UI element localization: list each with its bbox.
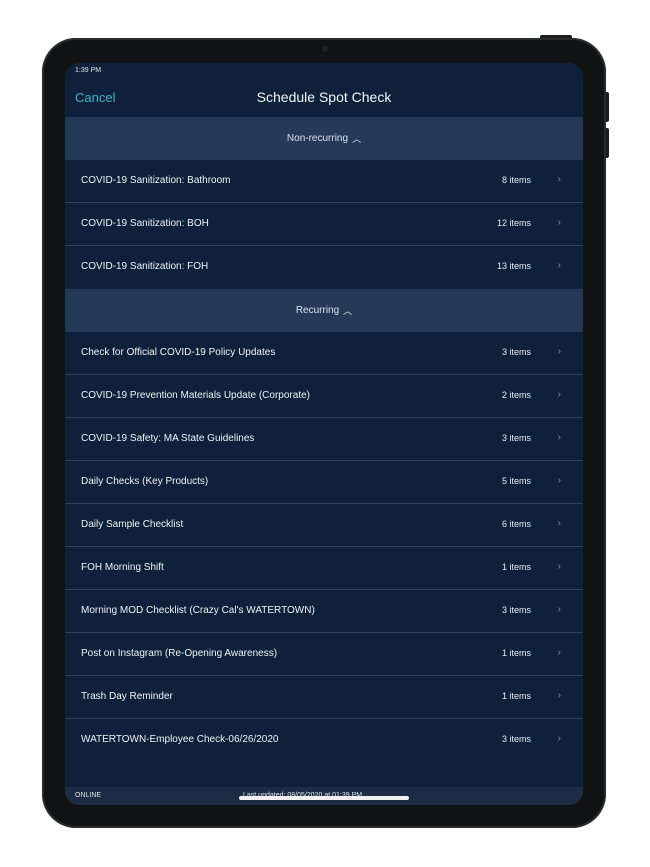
section-header-recurring[interactable]: Recurring ︿: [65, 289, 583, 332]
caret-up-icon: ︿: [352, 134, 362, 144]
list-item-count: 6 items: [501, 519, 531, 529]
list-item-label: Check for Official COVID-19 Policy Updat…: [81, 347, 276, 358]
list-item-count: 5 items: [501, 476, 531, 486]
list-item[interactable]: WATERTOWN-Employee Check-06/26/2020 3 it…: [65, 719, 583, 762]
camera-icon: [322, 46, 328, 52]
list-item-count: 2 items: [501, 390, 531, 400]
list-item-label: Trash Day Reminder: [81, 691, 173, 702]
chevron-right-icon: ›: [557, 733, 561, 744]
page-title: Schedule Spot Check: [256, 89, 392, 105]
chevron-right-icon: ›: [557, 432, 561, 443]
list-item[interactable]: Post on Instagram (Re-Opening Awareness)…: [65, 633, 583, 676]
list-item-label: COVID-19 Sanitization: BOH: [81, 218, 209, 229]
list-item-count: 3 items: [501, 605, 531, 615]
home-indicator[interactable]: [239, 796, 409, 800]
list-item-count: 1 items: [501, 691, 531, 701]
list-item[interactable]: COVID-19 Sanitization: Bathroom 8 items …: [65, 160, 583, 203]
section-header-label: Non-recurring: [286, 133, 349, 144]
list-item-label: Daily Sample Checklist: [81, 519, 184, 530]
list-item-label: COVID-19 Safety: MA State Guidelines: [81, 433, 255, 444]
checklist-list: Non-recurring ︿ COVID-19 Sanitization: B…: [65, 117, 583, 762]
list-item[interactable]: Daily Checks (Key Products) 5 items ›: [65, 461, 583, 504]
status-time: 1:39 PM: [75, 67, 102, 74]
list-item-label: COVID-19 Sanitization: Bathroom: [81, 175, 231, 186]
list-item-label: Post on Instagram (Re-Opening Awareness): [81, 648, 278, 659]
list-item-count: 3 items: [501, 734, 531, 744]
chevron-right-icon: ›: [557, 475, 561, 486]
navigation-bar: Cancel Schedule Spot Check: [65, 79, 583, 117]
chevron-right-icon: ›: [557, 389, 561, 400]
list-item-label: Daily Checks (Key Products): [81, 476, 209, 487]
list-item[interactable]: Trash Day Reminder 1 items ›: [65, 676, 583, 719]
list-item-label: Morning MOD Checklist (Crazy Cal's WATER…: [81, 605, 315, 616]
list-item-label: COVID-19 Prevention Materials Update (Co…: [81, 390, 310, 401]
list-item-label: COVID-19 Sanitization: FOH: [81, 261, 209, 272]
chevron-right-icon: ›: [557, 561, 561, 572]
chevron-right-icon: ›: [557, 260, 561, 271]
list-item[interactable]: COVID-19 Sanitization: FOH 13 items ›: [65, 246, 583, 289]
section-header-label: Recurring: [295, 305, 340, 316]
list-item[interactable]: FOH Morning Shift 1 items ›: [65, 547, 583, 590]
list-item[interactable]: COVID-19 Prevention Materials Update (Co…: [65, 375, 583, 418]
list-item-count: 1 items: [501, 562, 531, 572]
list-item[interactable]: Daily Sample Checklist 6 items ›: [65, 504, 583, 547]
caret-up-icon: ︿: [343, 306, 353, 316]
list-item-count: 3 items: [501, 433, 531, 443]
list-item[interactable]: Check for Official COVID-19 Policy Updat…: [65, 332, 583, 375]
list-item[interactable]: COVID-19 Sanitization: BOH 12 items ›: [65, 203, 583, 246]
list-item-label: FOH Morning Shift: [81, 562, 164, 573]
chevron-right-icon: ›: [557, 518, 561, 529]
list-item[interactable]: COVID-19 Safety: MA State Guidelines 3 i…: [65, 418, 583, 461]
app-screen: 1:39 PM Cancel Schedule Spot Check Non-r…: [65, 63, 583, 805]
chevron-right-icon: ›: [557, 604, 561, 615]
list-item-count: 8 items: [501, 175, 531, 185]
chevron-right-icon: ›: [557, 346, 561, 357]
list-item-count: 3 items: [501, 347, 531, 357]
list-item-count: 1 items: [501, 648, 531, 658]
list-item[interactable]: Morning MOD Checklist (Crazy Cal's WATER…: [65, 590, 583, 633]
connection-status: ONLINE: [75, 792, 102, 799]
list-item-count: 12 items: [496, 218, 531, 228]
list-item-count: 13 items: [496, 261, 531, 271]
chevron-right-icon: ›: [557, 174, 561, 185]
chevron-right-icon: ›: [557, 217, 561, 228]
list-item-label: WATERTOWN-Employee Check-06/26/2020: [81, 734, 279, 745]
chevron-right-icon: ›: [557, 690, 561, 701]
chevron-right-icon: ›: [557, 647, 561, 658]
section-header-non-recurring[interactable]: Non-recurring ︿: [65, 117, 583, 160]
